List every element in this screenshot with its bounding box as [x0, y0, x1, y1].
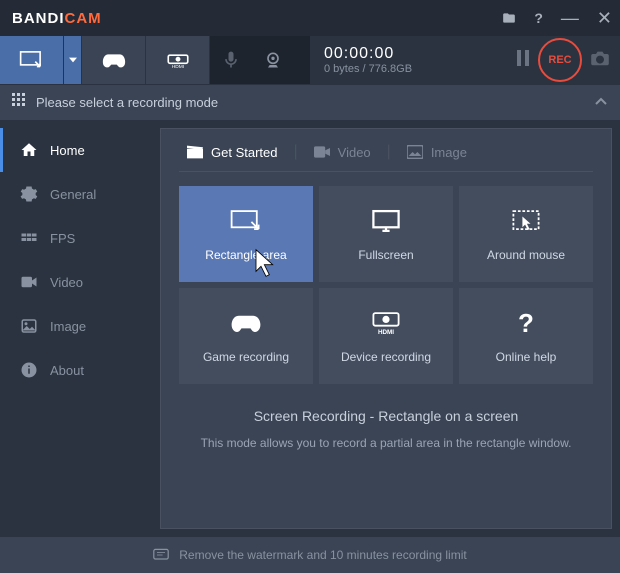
sidebar-item-home[interactable]: Home [0, 128, 160, 172]
webcam-icon[interactable] [252, 36, 294, 84]
mic-icon[interactable] [210, 36, 252, 84]
app-logo: BANDICAM [12, 10, 102, 27]
chat-icon [153, 548, 169, 562]
sidebar-item-label: Home [50, 143, 85, 158]
card-around-mouse[interactable]: Around mouse [459, 186, 593, 282]
sidebar-item-general[interactable]: General [0, 172, 160, 216]
tab-video[interactable]: Video [306, 145, 379, 160]
help-icon[interactable]: ? [534, 10, 543, 26]
mode-device[interactable]: HDMI [146, 36, 210, 84]
subheader-text: Please select a recording mode [36, 95, 218, 110]
subheader: Please select a recording mode [0, 84, 620, 120]
card-fullscreen[interactable]: Fullscreen [319, 186, 453, 282]
sidebar-item-label: Video [50, 275, 83, 290]
pause-button[interactable] [516, 50, 530, 71]
mode-game[interactable] [82, 36, 146, 84]
card-label: Game recording [203, 350, 289, 364]
record-button[interactable]: REC [538, 38, 582, 82]
sidebar-item-fps[interactable]: FPS [0, 216, 160, 260]
mode-dropdown[interactable] [64, 36, 82, 84]
tab-separator: | [387, 143, 391, 161]
sidebar-item-video[interactable]: Video [0, 260, 160, 304]
fps-icon [20, 229, 38, 247]
close-button[interactable]: ✕ [597, 8, 612, 29]
monitor-icon [368, 206, 404, 236]
timer-bytes: 0 bytes / 776.8GB [324, 63, 516, 75]
clapper-icon [187, 145, 203, 159]
body: Home General FPS Video Image About Get S… [0, 120, 620, 537]
logo-cam: CAM [65, 10, 102, 27]
sidebar: Home General FPS Video Image About [0, 120, 160, 537]
hdmi-icon: HDMI [368, 308, 404, 338]
question-icon: ? [508, 308, 544, 338]
sidebar-item-label: Image [50, 319, 86, 334]
titlebar: BANDICAM ? — ✕ [0, 0, 620, 36]
sidebar-item-label: FPS [50, 231, 75, 246]
rectangle-icon [228, 206, 264, 236]
sidebar-item-label: General [50, 187, 96, 202]
sidebar-item-label: About [50, 363, 84, 378]
home-icon [20, 141, 38, 159]
footer-text: Remove the watermark and 10 minutes reco… [179, 548, 466, 562]
tab-label: Image [431, 145, 467, 160]
cards-grid: Rectangle area Fullscreen Around mouse G… [179, 186, 593, 384]
tab-image[interactable]: Image [399, 145, 475, 160]
minimize-button[interactable]: — [561, 8, 579, 29]
svg-text:?: ? [518, 308, 534, 338]
card-label: Device recording [341, 350, 431, 364]
toolbar: HDMI 00:00:00 0 bytes / 776.8GB REC [0, 36, 620, 84]
tab-separator: | [293, 143, 297, 161]
timer-display: 00:00:00 0 bytes / 776.8GB [310, 36, 516, 84]
card-label: Fullscreen [358, 248, 413, 262]
tab-get-started[interactable]: Get Started [179, 145, 285, 160]
image-icon [20, 317, 38, 335]
video-icon [314, 145, 330, 159]
gear-icon [20, 185, 38, 203]
toolbar-divider [294, 36, 310, 84]
timer-time: 00:00:00 [324, 45, 516, 63]
description-title: Screen Recording - Rectangle on a screen [179, 408, 593, 424]
card-online-help[interactable]: ? Online help [459, 288, 593, 384]
grid-icon [12, 93, 26, 112]
gamepad-icon [228, 308, 264, 338]
description-text: This mode allows you to record a partial… [179, 436, 593, 450]
card-game-recording[interactable]: Game recording [179, 288, 313, 384]
screenshot-button[interactable] [590, 50, 610, 71]
card-label: Online help [496, 350, 557, 364]
sidebar-item-image[interactable]: Image [0, 304, 160, 348]
video-icon [20, 273, 38, 291]
svg-text:HDMI: HDMI [378, 329, 394, 336]
svg-text:HDMI: HDMI [171, 64, 183, 70]
tab-label: Video [338, 145, 371, 160]
around-mouse-icon [508, 206, 544, 236]
main-panel: Get Started | Video | Image Rectangle ar… [160, 128, 612, 529]
mode-screen-rect[interactable] [0, 36, 64, 84]
card-rectangle-area[interactable]: Rectangle area [179, 186, 313, 282]
card-device-recording[interactable]: HDMI Device recording [319, 288, 453, 384]
info-icon [20, 361, 38, 379]
image-icon [407, 145, 423, 159]
footer[interactable]: Remove the watermark and 10 minutes reco… [0, 537, 620, 573]
logo-bandi: BANDI [12, 10, 65, 27]
description: Screen Recording - Rectangle on a screen… [179, 408, 593, 450]
tabs: Get Started | Video | Image [179, 143, 593, 172]
cursor-icon [248, 248, 284, 278]
card-label: Around mouse [487, 248, 565, 262]
record-label: REC [548, 54, 571, 66]
collapse-chevron-icon[interactable] [594, 94, 608, 112]
sidebar-item-about[interactable]: About [0, 348, 160, 392]
folder-icon[interactable] [502, 11, 516, 25]
tab-label: Get Started [211, 145, 277, 160]
